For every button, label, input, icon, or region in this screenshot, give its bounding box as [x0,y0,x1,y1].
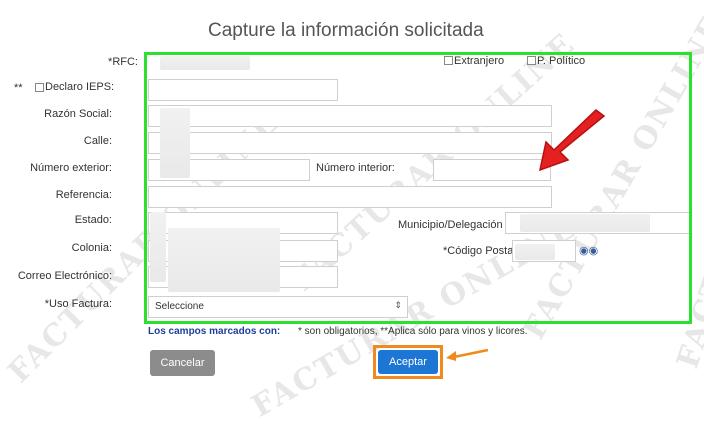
label-estado: Estado: [74,214,112,226]
label-uso-factura: *Uso Factura: [44,298,112,310]
highlight-box [144,52,692,324]
label-rfc: *RFC: [108,56,138,68]
cancel-button[interactable]: Cancelar [150,350,215,376]
red-arrow-icon [538,109,606,172]
label-ieps: Declaro IEPS: [45,81,115,93]
page-title: Capture la información solicitada [208,20,484,41]
label-calle: Calle: [83,135,112,147]
orange-arrow-icon [446,348,489,361]
accept-button[interactable]: Aceptar [378,350,438,374]
label-referencia: Referencia: [55,189,112,201]
label-razon-social: Razón Social: [44,108,112,120]
label-ieps-prefix: ** [14,82,23,94]
label-colonia: Colonia: [71,242,112,254]
ieps-checkbox[interactable] [35,83,44,92]
required-fields-link[interactable]: Los campos marcados con: [148,326,280,337]
label-correo: Correo Electrónico: [17,270,112,282]
required-fields-note: * son obligatorios, **Aplica sólo para v… [298,326,528,337]
label-numero-exterior: Número exterior: [30,162,112,174]
